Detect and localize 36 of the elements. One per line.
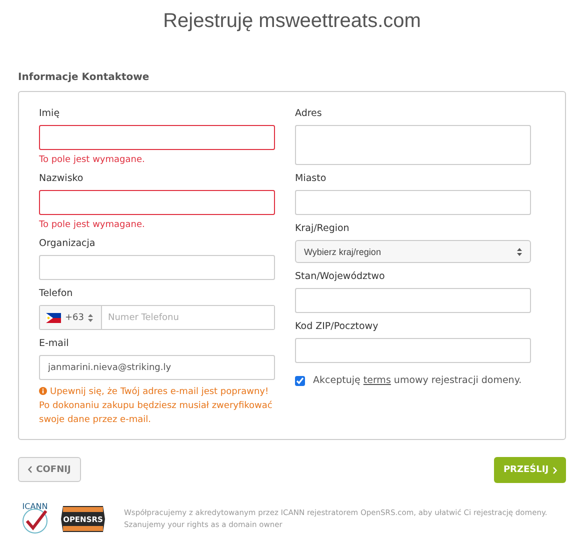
text-field[interactable] bbox=[39, 255, 275, 280]
warning-message: Upewnij się, że Twój adres e-mail jest poprawny! Po dokonaniu zakupu będziesz musiał zweryfikować swoje dane przez e-mail. bbox=[39, 386, 274, 427]
page-title: Rejestruję msweettreats.com bbox=[162, 9, 422, 34]
text-field[interactable] bbox=[39, 125, 275, 150]
select-field[interactable]: Wybierz kraj/region bbox=[295, 240, 531, 263]
terms-text: Akceptuję terms umowy rejestracji domeny. bbox=[313, 375, 522, 386]
field-label: Imię bbox=[39, 108, 61, 120]
field-label: Kod ZIP/Pocztowy bbox=[295, 321, 380, 333]
text-field[interactable] bbox=[39, 190, 275, 215]
terms-checkbox[interactable] bbox=[295, 376, 305, 386]
text-area[interactable] bbox=[295, 125, 531, 165]
flag-icon bbox=[46, 312, 61, 322]
text-field[interactable]: janmarini.nieva@striking.ly bbox=[39, 355, 275, 380]
text-field[interactable] bbox=[295, 288, 531, 313]
country-code-select[interactable]: +63 bbox=[40, 306, 102, 329]
field-label: Miasto bbox=[295, 173, 328, 185]
field-label: Kraj/Region bbox=[295, 223, 350, 235]
field-label: E-mail bbox=[39, 338, 70, 350]
updown-icon bbox=[517, 248, 522, 256]
chevron-right-icon bbox=[552, 466, 557, 474]
section-heading: Informacje Kontaktowe bbox=[18, 72, 150, 83]
info-icon bbox=[39, 387, 47, 395]
back-button[interactable]: COFNIJ bbox=[18, 457, 81, 482]
text-field[interactable] bbox=[295, 190, 531, 215]
field-label: Nazwisko bbox=[39, 173, 84, 185]
phone-field[interactable]: +63 Numer Telefonu bbox=[39, 305, 275, 330]
updown-icon bbox=[88, 314, 93, 322]
field-label: Telefon bbox=[39, 288, 74, 300]
field-label: Stan/Województwo bbox=[295, 271, 386, 283]
field-label: Organizacja bbox=[39, 238, 96, 250]
chevron-left-icon bbox=[28, 466, 32, 473]
terms-link[interactable]: terms bbox=[363, 375, 391, 386]
error-message: To pole jest wymagane. bbox=[39, 220, 146, 230]
text-field[interactable] bbox=[295, 338, 531, 363]
error-message: To pole jest wymagane. bbox=[39, 155, 146, 165]
field-label: Adres bbox=[295, 108, 323, 120]
